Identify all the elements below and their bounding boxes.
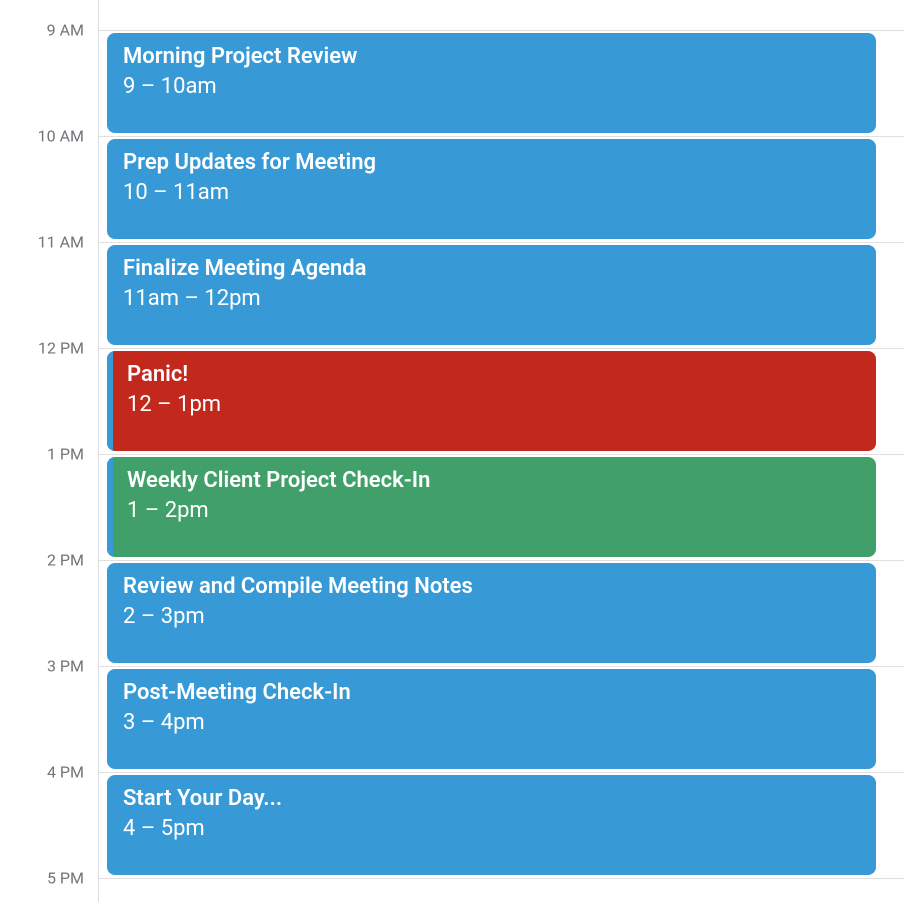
time-label: 3 PM <box>47 657 84 676</box>
event-time: 3 – 4pm <box>123 709 862 737</box>
event-title: Prep Updates for Meeting <box>123 149 862 177</box>
event-title: Panic! <box>127 361 862 389</box>
calendar-event[interactable]: Start Your Day...4 – 5pm <box>107 775 876 875</box>
time-label: 12 PM <box>38 339 84 358</box>
event-title: Start Your Day... <box>123 785 862 813</box>
event-title: Review and Compile Meeting Notes <box>123 573 862 601</box>
grid-line <box>99 772 904 773</box>
calendar-event[interactable]: Morning Project Review9 – 10am <box>107 33 876 133</box>
time-label: 11 AM <box>38 233 84 252</box>
calendar-day-view: 9 AM10 AM11 AM12 PM1 PM2 PM3 PM4 PM5 PM … <box>0 0 904 902</box>
grid-line <box>99 136 904 137</box>
calendar-event[interactable]: Prep Updates for Meeting10 – 11am <box>107 139 876 239</box>
event-time: 9 – 10am <box>123 73 862 101</box>
calendar-event[interactable]: Weekly Client Project Check-In1 – 2pm <box>107 457 876 557</box>
event-time: 1 – 2pm <box>127 497 862 525</box>
calendar-event[interactable]: Post-Meeting Check-In3 – 4pm <box>107 669 876 769</box>
event-time: 11am – 12pm <box>123 285 862 313</box>
time-label: 10 AM <box>38 127 84 146</box>
event-title: Finalize Meeting Agenda <box>123 255 862 283</box>
time-label: 5 PM <box>47 869 84 888</box>
calendar-event[interactable]: Finalize Meeting Agenda11am – 12pm <box>107 245 876 345</box>
grid-line <box>99 348 904 349</box>
event-title: Morning Project Review <box>123 43 862 71</box>
calendar-grid[interactable]: Morning Project Review9 – 10amPrep Updat… <box>98 0 904 902</box>
event-time: 10 – 11am <box>123 179 862 207</box>
grid-line <box>99 560 904 561</box>
grid-line <box>99 242 904 243</box>
calendar-event[interactable]: Review and Compile Meeting Notes2 – 3pm <box>107 563 876 663</box>
time-label: 2 PM <box>47 551 84 570</box>
grid-line <box>99 454 904 455</box>
event-title: Post-Meeting Check-In <box>123 679 862 707</box>
event-time: 4 – 5pm <box>123 815 862 843</box>
event-title: Weekly Client Project Check-In <box>127 467 862 495</box>
event-time: 12 – 1pm <box>127 391 862 419</box>
grid-line <box>99 878 904 879</box>
event-time: 2 – 3pm <box>123 603 862 631</box>
time-gutter: 9 AM 10 AM 11 AM 12 PM 1 PM 2 PM 3 PM 4 PM 5 PM <box>0 0 98 902</box>
time-label: 1 PM <box>47 445 84 464</box>
time-label: 9 AM <box>47 21 84 40</box>
calendar-event[interactable]: Panic!12 – 1pm <box>107 351 876 451</box>
grid-line <box>99 666 904 667</box>
grid-line <box>99 30 904 31</box>
time-label: 4 PM <box>47 763 84 782</box>
